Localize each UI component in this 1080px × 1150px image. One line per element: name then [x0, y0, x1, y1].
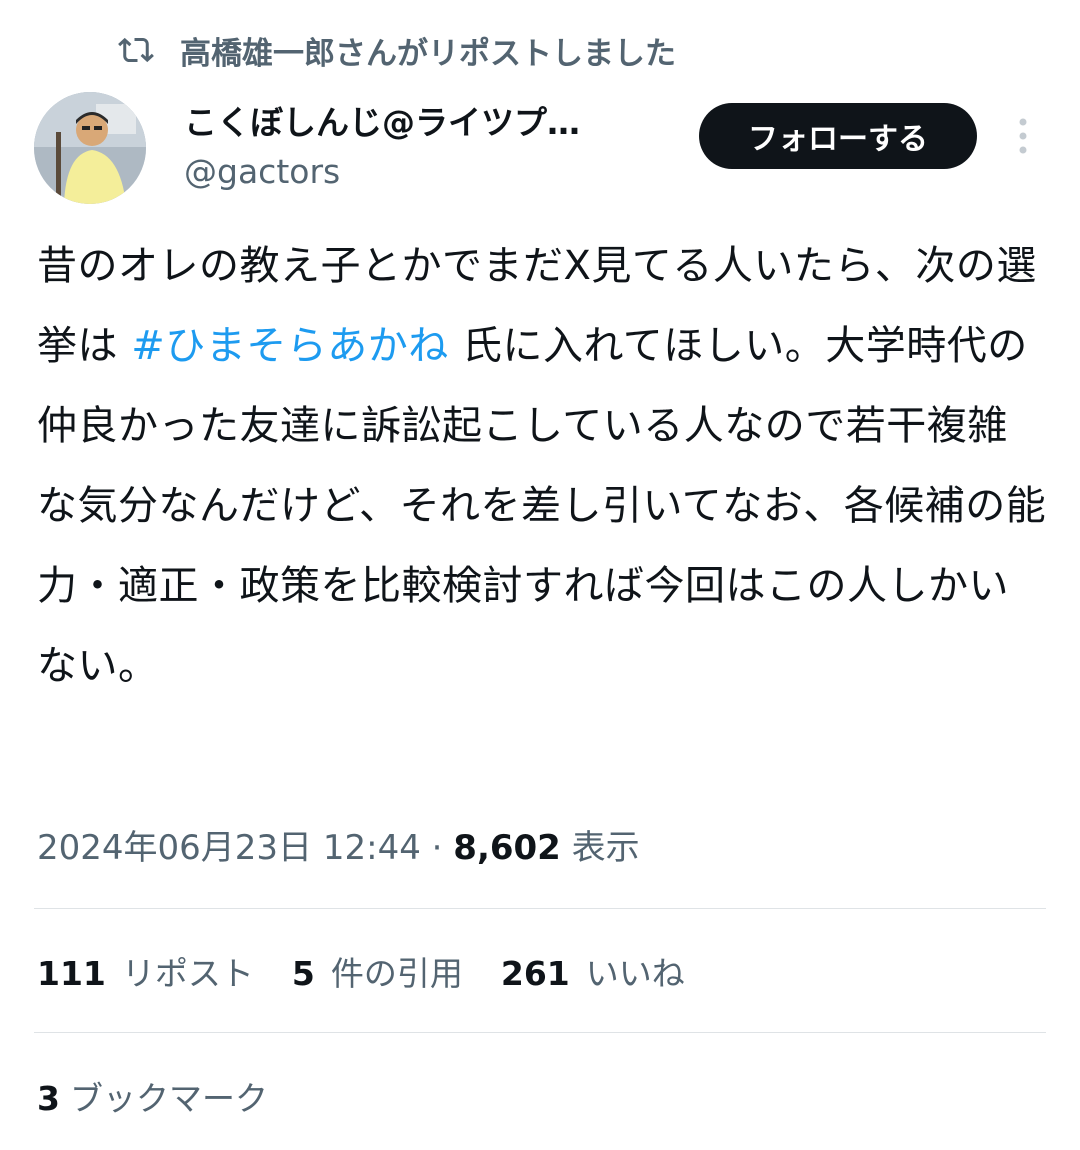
quotes-stat[interactable]: 5 件の引用: [292, 946, 463, 1002]
quotes-count: 5: [291, 954, 315, 993]
reposts-label: リポスト: [121, 954, 254, 993]
views-label: 表示: [560, 828, 640, 868]
author-handle[interactable]: @gactors: [184, 148, 674, 196]
more-options-button[interactable]: [1008, 116, 1038, 156]
author-display-name[interactable]: こくぼしんじ@ライツプ…: [184, 98, 674, 148]
likes-label: いいね: [585, 954, 685, 993]
repost-icon: [118, 37, 154, 63]
engagement-stats: 111 リポスト 5 件の引用 261 いいね: [37, 946, 723, 1002]
more-vertical-icon: [1019, 118, 1027, 154]
meta-separator: ·: [420, 828, 454, 868]
tweet-text: 昔のオレの教え子とかでまだX見てる人いたら、次の選挙は #ひまそらあかね 氏に入…: [37, 226, 1047, 706]
avatar-photo: [34, 92, 146, 204]
divider-top: [34, 908, 1046, 909]
tweet-meta: 2024年06月23日 12:44 · 8,602 表示: [37, 820, 640, 876]
follow-button[interactable]: フォローする: [699, 103, 977, 169]
divider-bottom: [34, 1032, 1046, 1033]
quotes-label: 件の引用: [330, 954, 463, 993]
reposts-stat[interactable]: 111 リポスト: [37, 946, 254, 1002]
reposts-count: 111: [37, 954, 106, 993]
views-count: 8,602: [453, 828, 561, 868]
bookmarks-label: ブックマーク: [69, 1079, 268, 1118]
bookmarks-stat[interactable]: 3 ブックマーク: [37, 1071, 268, 1127]
timestamp[interactable]: 2024年06月23日 12:44: [37, 828, 421, 868]
repost-banner[interactable]: 高橋雄一郎さんがリポストしました: [118, 26, 676, 74]
likes-count: 261: [500, 954, 570, 993]
repost-banner-text: 高橋雄一郎さんがリポストしました: [180, 35, 676, 72]
tweet-text-part2: 氏に入れてほしい。大学時代の仲良かった友達に訴訟起こしている人なので若干複雑な気…: [37, 323, 1047, 689]
likes-stat[interactable]: 261 いいね: [501, 946, 685, 1002]
hashtag-link[interactable]: #ひまそらあかね: [131, 323, 449, 369]
author-name-block[interactable]: こくぼしんじ@ライツプ… @gactors: [184, 98, 674, 196]
bookmarks-count: 3: [37, 1079, 60, 1118]
avatar[interactable]: [34, 92, 146, 204]
